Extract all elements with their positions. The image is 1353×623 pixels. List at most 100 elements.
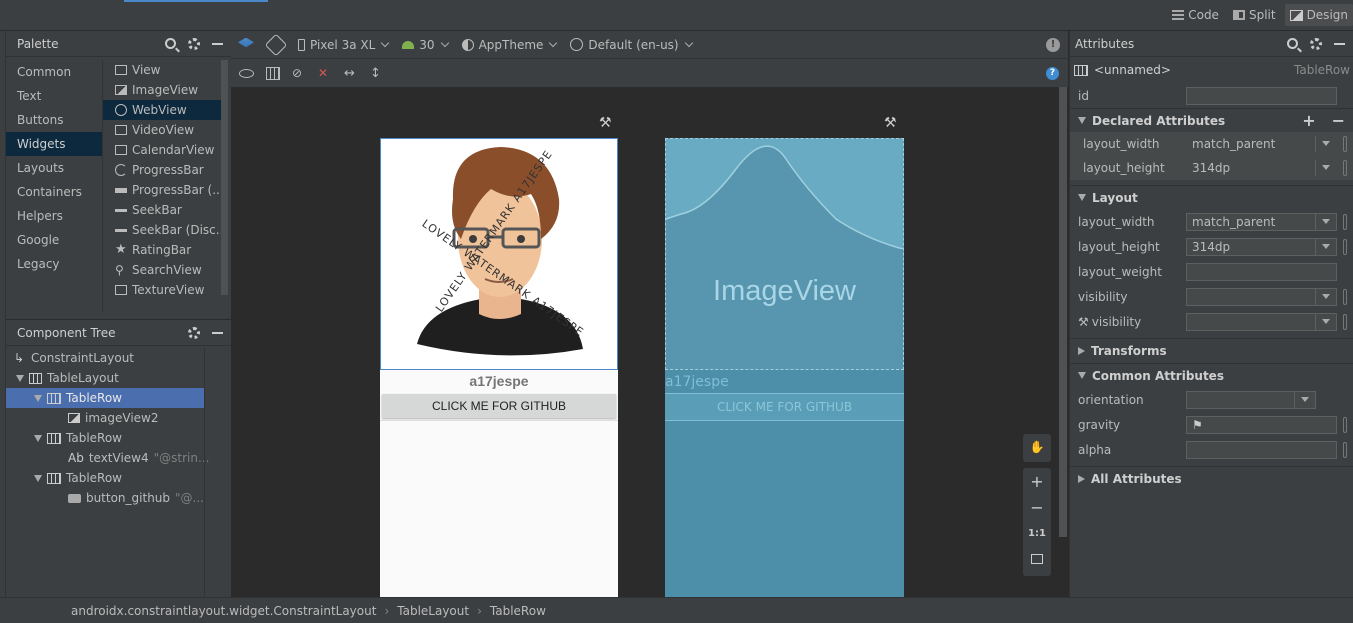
widget-textureview[interactable]: TextureView (103, 280, 221, 300)
blueprint-button[interactable]: CLICK ME FOR GITHUB (665, 393, 904, 421)
orientation-icon[interactable] (264, 33, 288, 56)
zoom-out-icon[interactable]: − (1023, 494, 1051, 520)
theme-selector[interactable]: AppTheme (461, 38, 558, 52)
widget-calendarview[interactable]: CalendarView (103, 140, 221, 160)
search-icon[interactable] (1287, 38, 1298, 49)
magnet-off-icon[interactable]: ⊘ (292, 66, 306, 80)
zoom-fit-icon[interactable] (1023, 546, 1051, 572)
tree-node-tablerow-3[interactable]: TableRow (6, 468, 204, 488)
declared-width-value[interactable]: match_parent (1186, 135, 1337, 153)
category-text[interactable]: Text (6, 84, 102, 108)
category-google[interactable]: Google (6, 228, 102, 252)
design-canvas[interactable]: ⚒ ⚒ LOVELY WATERMARK A17JESPE LOVELY WAT… (231, 87, 1067, 597)
minimize-icon[interactable] (212, 331, 223, 334)
warning-icon[interactable]: ! (1046, 37, 1060, 52)
tree-node-button-github[interactable]: button_github "@... (6, 488, 204, 508)
gear-icon[interactable] (188, 326, 200, 339)
code-mode-button[interactable]: Code (1167, 4, 1224, 26)
chevron-down-icon[interactable] (1315, 214, 1336, 230)
tree-node-tablelayout[interactable]: TableLayout (6, 368, 204, 388)
alpha-input[interactable] (1186, 441, 1337, 459)
help-icon[interactable]: ? (1046, 66, 1059, 80)
resource-picker-icon[interactable] (1343, 239, 1347, 255)
layout-header[interactable]: Layout (1070, 185, 1353, 209)
category-layouts[interactable]: Layouts (6, 156, 102, 180)
visibility-select[interactable] (1186, 288, 1337, 306)
blueprint-preview[interactable]: ImageView a17jespe CLICK ME FOR GITHUB (665, 138, 904, 597)
transforms-header[interactable]: Transforms (1070, 338, 1353, 362)
all-attributes-header[interactable]: All Attributes (1070, 466, 1353, 490)
category-common[interactable]: Common (6, 60, 102, 84)
chevron-down-icon[interactable] (1315, 314, 1336, 330)
common-attributes-header[interactable]: Common Attributes (1070, 363, 1353, 387)
widget-webview[interactable]: WebView (103, 100, 221, 120)
chevron-down-icon[interactable] (1294, 392, 1315, 408)
device-selector[interactable]: Pixel 3a XL (298, 38, 390, 52)
breadcrumb-tablelayout[interactable]: TableLayout (397, 604, 469, 618)
locale-selector[interactable]: Default (en-us) (570, 38, 693, 52)
resource-picker-icon[interactable] (1343, 160, 1347, 176)
minimize-icon[interactable] (212, 42, 223, 45)
gear-icon[interactable] (1310, 37, 1322, 50)
layout-height-input[interactable]: 314dp (1186, 238, 1337, 256)
layout-weight-input[interactable] (1186, 263, 1337, 281)
breadcrumb-tablerow[interactable]: TableRow (490, 604, 546, 618)
zoom-in-icon[interactable]: + (1023, 468, 1051, 494)
eye-icon[interactable] (239, 68, 254, 78)
id-input[interactable] (1186, 87, 1337, 105)
widget-imageview[interactable]: ImageView (103, 80, 221, 100)
widget-seekbar[interactable]: SeekBar (103, 200, 221, 220)
chevron-down-icon[interactable] (1315, 160, 1336, 176)
resource-picker-icon[interactable] (1343, 314, 1347, 330)
tree-node-tablerow-1[interactable]: TableRow (6, 388, 204, 408)
orientation-select[interactable] (1186, 391, 1316, 409)
widget-searchview[interactable]: ⚲ SearchView (103, 260, 221, 280)
declared-height-value[interactable]: 314dp (1186, 159, 1337, 177)
tree-node-imageview2[interactable]: imageView2 (6, 408, 204, 428)
clear-constraints-icon[interactable]: ✕ (318, 66, 332, 80)
pack-vertical-icon[interactable]: ↕ (370, 67, 384, 80)
tools-visibility-select[interactable] (1186, 313, 1337, 331)
remove-attribute-icon[interactable]: − (1332, 111, 1345, 130)
design-preview[interactable]: LOVELY WATERMARK A17JESPE LOVELY WATERMA… (380, 138, 618, 597)
palette-scrollbar[interactable] (221, 60, 228, 295)
minimize-icon[interactable] (1334, 42, 1345, 45)
tree-node-constraintlayout[interactable]: ↳ ConstraintLayout (6, 348, 204, 368)
declared-row-width[interactable]: layout_width match_parent (1070, 132, 1353, 156)
imageview2-preview[interactable]: LOVELY WATERMARK A17JESPE LOVELY WATERMA… (380, 138, 618, 370)
declared-row-height[interactable]: layout_height 314dp (1070, 156, 1353, 180)
gravity-input[interactable]: ⚑ (1186, 416, 1337, 434)
github-button[interactable]: CLICK ME FOR GITHUB (382, 394, 616, 418)
layout-width-input[interactable]: match_parent (1186, 213, 1337, 231)
resource-picker-icon[interactable] (1343, 214, 1347, 230)
api-selector[interactable]: 30 (402, 38, 449, 52)
blueprint-imageview[interactable]: ImageView (665, 138, 904, 370)
category-legacy[interactable]: Legacy (6, 252, 102, 276)
gear-icon[interactable] (188, 37, 200, 50)
pack-horizontal-icon[interactable]: ↔ (344, 67, 358, 80)
declared-attributes-header[interactable]: Declared Attributes + − (1070, 108, 1353, 132)
canvas-scrollbar[interactable] (1059, 87, 1067, 537)
widget-progressbar[interactable]: ProgressBar (103, 160, 221, 180)
layout-guides-icon[interactable] (266, 66, 280, 80)
category-widgets[interactable]: Widgets (6, 132, 102, 156)
chevron-down-icon[interactable] (1315, 239, 1336, 255)
split-mode-button[interactable]: Split (1228, 4, 1281, 26)
resource-picker-icon[interactable] (1343, 417, 1347, 433)
wrench-icon[interactable]: ⚒ (599, 115, 612, 131)
widget-ratingbar[interactable]: ★ RatingBar (103, 240, 221, 260)
layers-icon[interactable] (238, 37, 254, 48)
category-helpers[interactable]: Helpers (6, 204, 102, 228)
resource-picker-icon[interactable] (1343, 289, 1347, 305)
wrench-icon[interactable]: ⚒ (884, 115, 897, 131)
search-icon[interactable] (165, 38, 176, 49)
tree-node-tablerow-2[interactable]: TableRow (6, 428, 204, 448)
category-containers[interactable]: Containers (6, 180, 102, 204)
widget-progressbar-horizontal[interactable]: ProgressBar (... (103, 180, 221, 200)
design-mode-button[interactable]: Design (1284, 4, 1353, 26)
chevron-down-icon[interactable] (1315, 289, 1336, 305)
chevron-down-icon[interactable] (1315, 136, 1336, 152)
resource-picker-icon[interactable] (1343, 136, 1347, 152)
tree-node-textview4[interactable]: Ab textView4 "@strin... (6, 448, 209, 468)
category-buttons[interactable]: Buttons (6, 108, 102, 132)
